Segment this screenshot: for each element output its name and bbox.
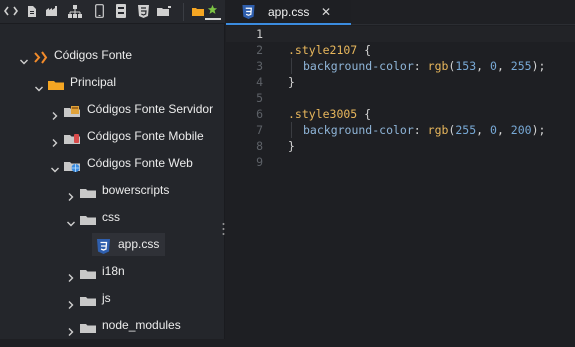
toolbar-separator — [183, 3, 184, 21]
code-editor: app.css ✕ 1 2 .style2107 { 3 background-… — [226, 0, 575, 339]
code-line: 3 background-color: rgb(153, 0, 255); — [226, 58, 575, 74]
code-text: } — [288, 75, 295, 89]
chevron-down-icon[interactable] — [66, 212, 76, 227]
code-text: background-color: rgb(153, 0, 255); — [303, 59, 546, 73]
code-line: 1 — [226, 26, 575, 42]
line-number: 2 — [256, 43, 263, 57]
chevron-right-icon[interactable] — [50, 104, 60, 120]
code-icon[interactable] — [4, 4, 18, 18]
tree-label: bowerscripts — [102, 183, 170, 197]
folder-icon — [80, 183, 96, 198]
folder-icon — [80, 264, 96, 279]
tree-item-app-css[interactable]: app.css — [0, 231, 225, 258]
source-code-icon — [33, 48, 49, 64]
tree-item-js[interactable]: js — [0, 285, 225, 312]
sitemap-icon[interactable] — [68, 4, 82, 18]
project-explorer: Códigos Fonte Principal Códigos Fonte Se… — [0, 0, 225, 339]
code-text: } — [288, 139, 295, 153]
folder-icon — [48, 75, 64, 90]
code-line: 5 — [226, 90, 575, 106]
tree-item-web[interactable]: Códigos Fonte Web — [0, 150, 225, 177]
chevron-down-icon[interactable] — [50, 158, 60, 173]
tree-label: Principal — [70, 75, 117, 89]
line-number: 7 — [256, 123, 263, 137]
folder-icon — [80, 210, 96, 225]
close-icon[interactable]: ✕ — [321, 0, 331, 24]
line-number: 8 — [256, 139, 263, 153]
line-number: 3 — [256, 59, 263, 73]
folders-icon[interactable] — [157, 4, 171, 18]
code-line: 2 .style2107 { — [226, 42, 575, 58]
line-number: 9 — [256, 155, 263, 169]
favorites-tab[interactable] — [205, 2, 221, 20]
code-text: .style2107 { — [288, 43, 372, 57]
tree-item-servidor[interactable]: Códigos Fonte Servidor — [0, 96, 225, 123]
tree-label: Códigos Fonte Mobile — [87, 129, 204, 143]
code-line: 6 .style3005 { — [226, 106, 575, 122]
tree-item-codigos-fonte[interactable]: Códigos Fonte — [0, 42, 225, 69]
chevron-right-icon[interactable] — [66, 266, 76, 282]
chevron-down-icon[interactable] — [19, 50, 29, 65]
tree-label: Códigos Fonte Servidor — [87, 102, 214, 116]
chevron-right-icon[interactable] — [66, 320, 76, 336]
tree-item-bowerscripts[interactable]: bowerscripts — [0, 177, 225, 204]
folder-icon — [80, 318, 96, 333]
indent-guide — [291, 122, 292, 138]
tree-label: node_modules — [102, 318, 181, 332]
tree-label: css — [102, 210, 120, 224]
chevron-right-icon[interactable] — [66, 185, 76, 201]
folder-icon — [80, 291, 96, 306]
css3-file-icon — [242, 5, 256, 19]
html5-icon[interactable] — [136, 4, 150, 18]
tree-item-node-modules[interactable]: node_modules — [0, 312, 225, 339]
explorer-toolbar — [0, 0, 225, 24]
chevron-right-icon[interactable] — [66, 293, 76, 309]
tree-item-principal[interactable]: Principal — [0, 69, 225, 96]
chevron-down-icon[interactable] — [34, 77, 44, 92]
line-number: 1 — [256, 27, 263, 41]
line-number: 5 — [256, 91, 263, 105]
tree-label: i18n — [102, 264, 125, 278]
code-line: 7 background-color: rgb(255, 0, 200); — [226, 122, 575, 138]
database-icon[interactable] — [114, 4, 128, 18]
tree-item-i18n[interactable]: i18n — [0, 258, 225, 285]
code-line: 9 — [226, 154, 575, 170]
mobile-folder-icon — [64, 129, 80, 144]
tree-label: Códigos Fonte — [54, 48, 133, 62]
code-text: background-color: rgb(255, 0, 200); — [303, 123, 546, 137]
code-line: 8 } — [226, 138, 575, 154]
line-number: 6 — [256, 107, 263, 121]
web-folder-icon — [64, 156, 80, 172]
chevron-right-icon[interactable] — [50, 131, 60, 147]
factory-icon[interactable] — [45, 4, 59, 18]
tree-label: Códigos Fonte Web — [87, 156, 193, 170]
tab-app-css[interactable]: app.css ✕ — [226, 0, 351, 25]
pane-splitter-handle[interactable] — [222, 222, 225, 236]
indent-guide — [291, 58, 292, 74]
tree-label: js — [102, 291, 111, 305]
editor-tabbar: app.css ✕ — [226, 0, 575, 25]
css3-file-icon — [97, 237, 113, 254]
code-line: 4 } — [226, 74, 575, 90]
code-text: .style3005 { — [288, 107, 372, 121]
line-number: 4 — [256, 75, 263, 89]
orange-folder-icon[interactable] — [191, 4, 205, 18]
document-icon[interactable] — [25, 4, 39, 18]
tree-label: app.css — [118, 237, 160, 251]
tree-item-mobile[interactable]: Códigos Fonte Mobile — [0, 123, 225, 150]
tree-item-css[interactable]: css — [0, 204, 225, 231]
star-icon — [207, 2, 218, 20]
tab-label: app.css — [268, 5, 310, 19]
mobile-icon[interactable] — [92, 4, 106, 18]
server-folder-icon — [64, 102, 80, 117]
